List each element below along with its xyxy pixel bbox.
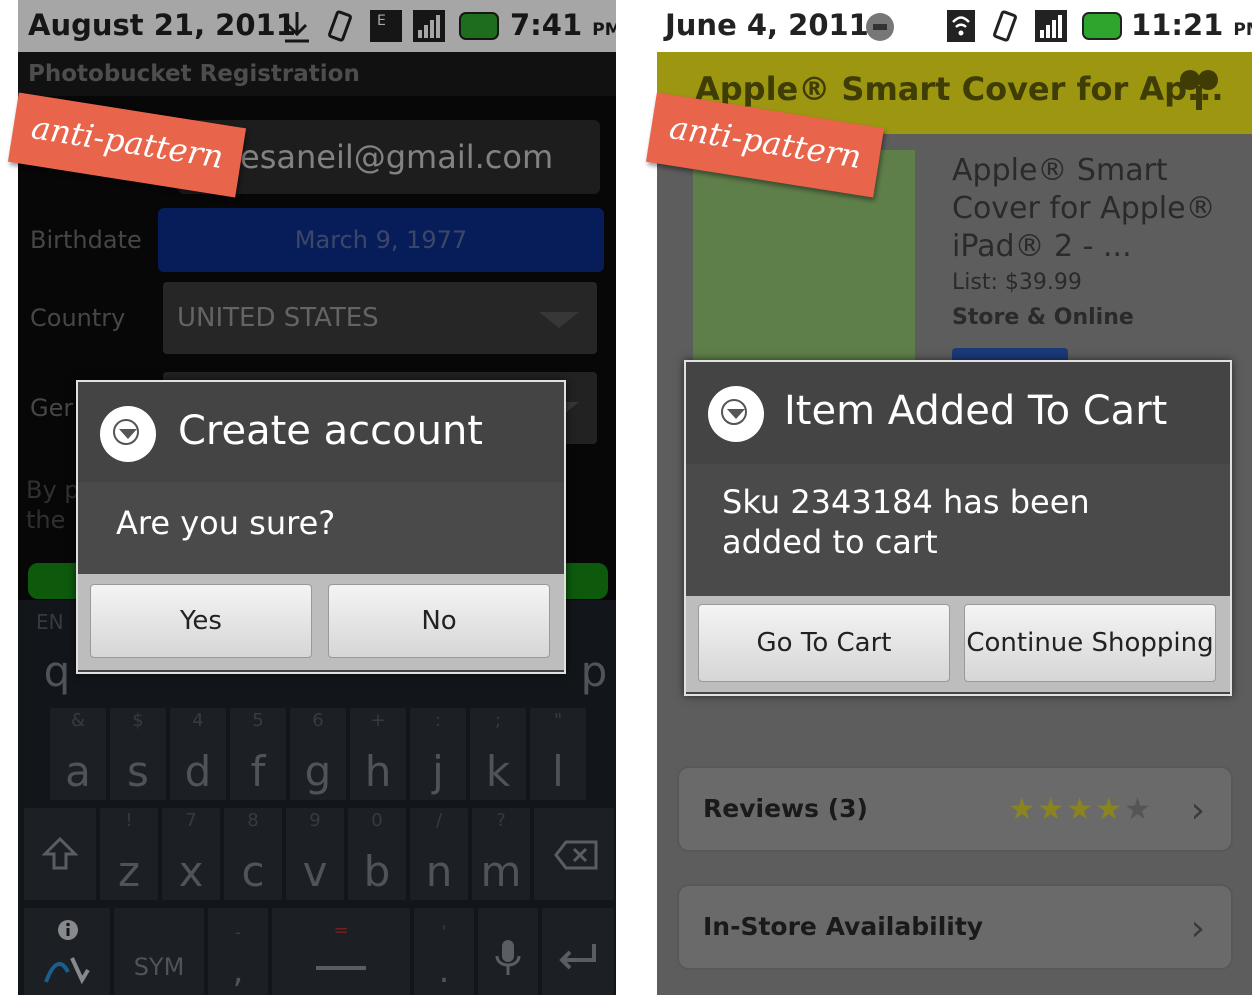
star-icon: ★ <box>1037 792 1067 827</box>
dialog-title: Item Added To Cart <box>784 388 1168 434</box>
item-added-dialog: Item Added To Cart Sku 2343184 has been … <box>684 360 1232 696</box>
create-account-dialog: Create account Are you sure? Yes No <box>76 380 566 674</box>
go-to-cart-button[interactable]: Go To Cart <box>698 604 950 682</box>
status-time: 11:21 PM <box>1131 8 1252 42</box>
dialog-button-bar: Yes No <box>78 574 564 670</box>
product-availability: Store & Online <box>952 305 1134 330</box>
no-button[interactable]: No <box>328 584 550 658</box>
dialog-button-bar: Go To Cart Continue Shopping <box>686 596 1230 692</box>
reviews-row[interactable]: Reviews (3) ★★★★★ › <box>677 766 1233 852</box>
yes-button[interactable]: Yes <box>90 584 312 658</box>
dialog-header: Item Added To Cart <box>686 362 1230 465</box>
dialog-body: Are you sure? <box>78 482 564 574</box>
status-bar: June 4, 2011 11:21 PM <box>657 0 1252 52</box>
vibrate-icon <box>989 10 1021 48</box>
alert-dropdown-icon <box>708 386 764 442</box>
product-bar-title: Apple® Smart Cover for Ap... <box>695 70 1224 108</box>
media-icon <box>863 12 897 46</box>
instore-label: In-Store Availability <box>703 912 984 941</box>
rating-stars: ★★★★★ <box>1008 792 1153 827</box>
dialog-header: Create account <box>78 382 564 483</box>
chevron-right-icon: › <box>1190 908 1205 949</box>
star-icon: ★ <box>1124 792 1153 827</box>
dialog-message: Sku 2343184 has been added to cart <box>722 483 1090 561</box>
star-icon: ★ <box>1066 792 1096 827</box>
instore-availability-row[interactable]: In-Store Availability › <box>677 884 1233 970</box>
alert-dropdown-icon <box>100 406 156 462</box>
product-name: Apple® Smart Cover for Apple® iPad® 2 - … <box>952 153 1216 264</box>
reviews-label: Reviews (3) <box>703 794 868 823</box>
star-icon: ★ <box>1008 792 1038 827</box>
chevron-right-icon: › <box>1190 790 1205 831</box>
dialog-message: Are you sure? <box>116 504 336 542</box>
wifi-icon <box>945 8 977 48</box>
signal-icon <box>1033 8 1069 48</box>
bestbuy-logo-icon <box>1174 64 1224 118</box>
dialog-title: Create account <box>178 408 483 454</box>
dialog-body: Sku 2343184 has been added to cart <box>686 464 1230 596</box>
product-list-price: List: $39.99 <box>952 270 1082 295</box>
status-date: June 4, 2011 <box>665 8 869 42</box>
battery-icon <box>1081 11 1125 45</box>
continue-shopping-button[interactable]: Continue Shopping <box>964 604 1216 682</box>
star-icon: ★ <box>1095 792 1125 827</box>
